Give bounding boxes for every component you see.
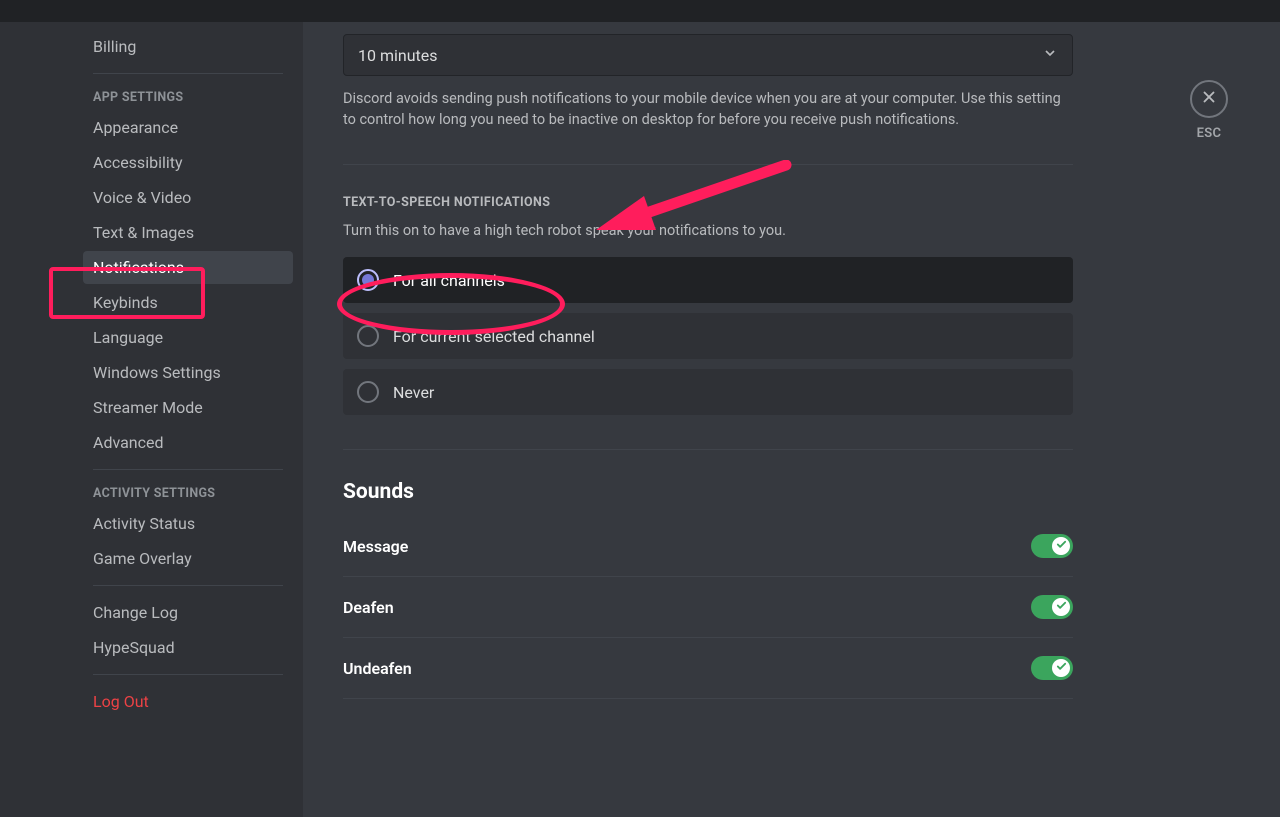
tts-radio-for-all-channels[interactable]: For all channels bbox=[343, 257, 1073, 303]
esc-label: ESC bbox=[1197, 126, 1222, 141]
sound-row-message: Message bbox=[343, 516, 1073, 577]
section-divider bbox=[343, 449, 1073, 450]
idle-timeout-value: 10 minutes bbox=[358, 46, 438, 65]
tts-section-header: TEXT-TO-SPEECH NOTIFICATIONS bbox=[343, 195, 1073, 210]
tts-section-helper: Turn this on to have a high tech robot s… bbox=[343, 220, 1073, 241]
sidebar-item-change-log[interactable]: Change Log bbox=[83, 596, 293, 629]
sidebar-header: APP SETTINGS bbox=[83, 84, 293, 111]
chevron-down-icon bbox=[1042, 45, 1058, 65]
toggle-knob bbox=[1052, 598, 1070, 616]
radio-icon bbox=[357, 269, 379, 291]
sidebar-item-text-images[interactable]: Text & Images bbox=[83, 216, 293, 249]
radio-label: For all channels bbox=[393, 271, 505, 290]
tts-radio-for-current-selected-channel[interactable]: For current selected channel bbox=[343, 313, 1073, 359]
toggle-knob bbox=[1052, 537, 1070, 555]
sound-toggle-deafen[interactable] bbox=[1031, 595, 1073, 619]
section-divider bbox=[343, 164, 1073, 165]
sidebar-item-billing[interactable]: Billing bbox=[83, 30, 293, 63]
sidebar-item-game-overlay[interactable]: Game Overlay bbox=[83, 542, 293, 575]
sound-label: Deafen bbox=[343, 598, 394, 617]
sidebar-item-keybinds[interactable]: Keybinds bbox=[83, 286, 293, 319]
settings-content: 10 minutes Discord avoids sending push n… bbox=[303, 22, 1280, 817]
sound-toggle-message[interactable] bbox=[1031, 534, 1073, 558]
radio-icon bbox=[357, 325, 379, 347]
sidebar-item-activity-status[interactable]: Activity Status bbox=[83, 507, 293, 540]
sidebar-item-log-out[interactable]: Log Out bbox=[83, 685, 293, 718]
idle-timeout-select[interactable]: 10 minutes bbox=[343, 34, 1073, 76]
sidebar-item-appearance[interactable]: Appearance bbox=[83, 111, 293, 144]
check-icon bbox=[1056, 600, 1067, 614]
sound-toggle-undeafen[interactable] bbox=[1031, 656, 1073, 680]
sidebar-item-advanced[interactable]: Advanced bbox=[83, 426, 293, 459]
sound-row-deafen: Deafen bbox=[343, 577, 1073, 638]
radio-icon bbox=[357, 381, 379, 403]
sound-row-undeafen: Undeafen bbox=[343, 638, 1073, 699]
sidebar-item-hypesquad[interactable]: HypeSquad bbox=[83, 631, 293, 664]
sidebar-separator bbox=[93, 469, 283, 470]
check-icon bbox=[1056, 539, 1067, 553]
close-button[interactable] bbox=[1190, 80, 1228, 118]
tts-radio-never[interactable]: Never bbox=[343, 369, 1073, 415]
radio-label: For current selected channel bbox=[393, 327, 595, 346]
sounds-title: Sounds bbox=[343, 480, 1073, 504]
toggle-knob bbox=[1052, 659, 1070, 677]
sidebar-separator bbox=[93, 585, 283, 586]
sidebar-separator bbox=[93, 674, 283, 675]
check-icon bbox=[1056, 661, 1067, 675]
sound-label: Message bbox=[343, 537, 408, 556]
radio-label: Never bbox=[393, 383, 434, 402]
window-titlebar bbox=[0, 0, 1280, 22]
sidebar-separator bbox=[93, 73, 283, 74]
sound-label: Undeafen bbox=[343, 659, 412, 678]
close-icon bbox=[1200, 88, 1218, 110]
sidebar-item-windows-settings[interactable]: Windows Settings bbox=[83, 356, 293, 389]
sidebar-item-streamer-mode[interactable]: Streamer Mode bbox=[83, 391, 293, 424]
sidebar-header: ACTIVITY SETTINGS bbox=[83, 480, 293, 507]
sidebar-item-language[interactable]: Language bbox=[83, 321, 293, 354]
tts-radio-group: For all channels For current selected cha… bbox=[343, 257, 1073, 415]
settings-sidebar: Billing APP SETTINGSAppearanceAccessibili… bbox=[0, 22, 303, 817]
sidebar-item-notifications[interactable]: Notifications bbox=[83, 251, 293, 284]
sidebar-item-accessibility[interactable]: Accessibility bbox=[83, 146, 293, 179]
sidebar-item-voice-video[interactable]: Voice & Video bbox=[83, 181, 293, 214]
idle-timeout-helper: Discord avoids sending push notification… bbox=[343, 88, 1073, 130]
